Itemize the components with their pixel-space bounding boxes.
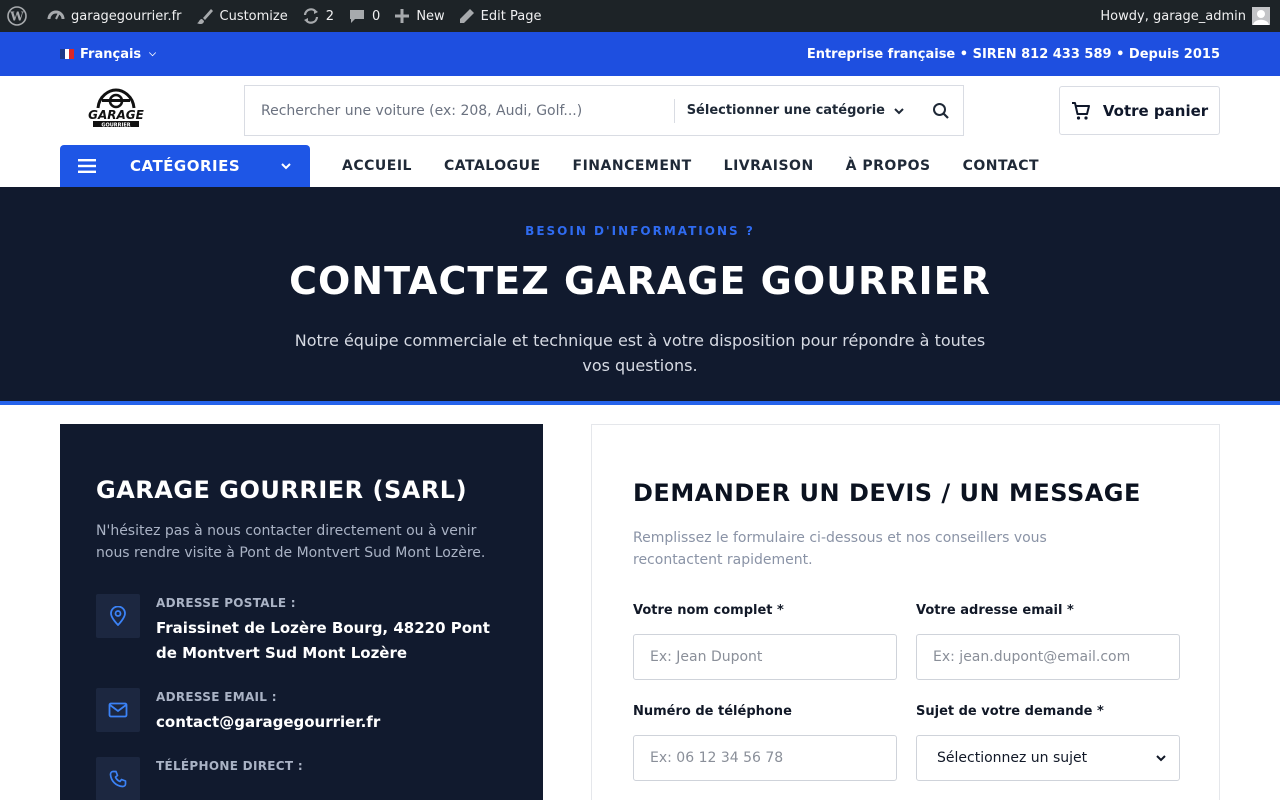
address-label: ADRESSE POSTALE : bbox=[156, 596, 296, 610]
name-input[interactable] bbox=[633, 634, 897, 680]
main-nav: ACCUEIL CATALOGUE FINANCEMENT LIVRAISON … bbox=[342, 145, 1071, 187]
nav-item-a-propos[interactable]: À PROPOS bbox=[846, 158, 931, 174]
dashboard-icon bbox=[47, 10, 65, 20]
email-label: ADRESSE EMAIL : bbox=[156, 690, 277, 704]
howdy-text: Howdy, garage_admin bbox=[1100, 8, 1246, 24]
email-row: ADRESSE EMAIL : contact@garagegourrier.f… bbox=[96, 688, 507, 735]
hero-subtitle: Notre équipe commerciale et technique es… bbox=[294, 331, 986, 375]
contact-intro: N'hésitez pas à nous contacter directeme… bbox=[96, 523, 486, 561]
page-title: CONTACTEZ GARAGE GOURRIER bbox=[289, 259, 991, 303]
top-bar: Français ⌵ Entreprise française • SIREN … bbox=[0, 32, 1280, 76]
phone-icon bbox=[96, 757, 140, 800]
updates-count: 2 bbox=[325, 8, 335, 24]
phone-label: TÉLÉPHONE DIRECT : bbox=[156, 759, 303, 773]
pencil-icon bbox=[459, 9, 474, 23]
svg-text:W: W bbox=[9, 10, 24, 24]
cart-icon bbox=[1071, 101, 1090, 120]
search-button[interactable] bbox=[919, 86, 963, 135]
name-field-group: Votre nom complet * bbox=[633, 603, 897, 680]
phone-row: TÉLÉPHONE DIRECT : bbox=[96, 757, 507, 800]
nav-item-catalogue[interactable]: CATALOGUE bbox=[444, 158, 541, 174]
logo-subtext: GOURRIER bbox=[101, 123, 130, 129]
customize-link[interactable]: Customize bbox=[189, 0, 295, 32]
chevron-down-icon bbox=[281, 163, 291, 170]
new-content-link[interactable]: New bbox=[387, 0, 451, 32]
edit-page-link[interactable]: Edit Page bbox=[452, 0, 549, 32]
logo-text: GARAGE bbox=[88, 108, 145, 122]
chevron-down-icon bbox=[1156, 755, 1166, 762]
name-label: Votre nom complet * bbox=[633, 603, 784, 618]
form-intro: Remplissez le formulaire ci-dessous et n… bbox=[633, 530, 1047, 568]
updates-icon bbox=[303, 8, 318, 24]
search-input[interactable] bbox=[245, 86, 674, 135]
user-avatar-icon bbox=[1253, 10, 1269, 25]
nav-item-contact[interactable]: CONTACT bbox=[963, 158, 1040, 174]
contact-form-card: DEMANDER UN DEVIS / UN MESSAGE Remplisse… bbox=[591, 424, 1220, 800]
site-name: garagegourrier.fr bbox=[71, 8, 182, 24]
phone-field-group: Numéro de téléphone bbox=[633, 704, 897, 781]
edit-page-label: Edit Page bbox=[480, 8, 542, 24]
comments-link[interactable]: 0 bbox=[341, 0, 387, 32]
brush-icon bbox=[196, 9, 213, 25]
subject-field-group: Sujet de votre demande * Sélectionnez un… bbox=[916, 704, 1180, 781]
cart-label: Votre panier bbox=[1102, 101, 1209, 120]
address-value: Fraissinet de Lozère Bourg, 48220 Pont d… bbox=[156, 619, 490, 662]
site-logo[interactable]: GARAGE GOURRIER bbox=[85, 86, 147, 130]
avatar bbox=[1252, 7, 1270, 25]
form-title: DEMANDER UN DEVIS / UN MESSAGE bbox=[633, 479, 1141, 507]
email-field-group: Votre adresse email * bbox=[916, 603, 1180, 680]
updates-link[interactable]: 2 bbox=[295, 0, 341, 32]
category-select-label: Sélectionner une catégorie bbox=[686, 103, 885, 118]
subject-select-value: Sélectionnez un sujet bbox=[937, 750, 1088, 766]
email-link[interactable]: contact@garagegourrier.fr bbox=[156, 710, 380, 735]
hamburger-icon bbox=[78, 159, 96, 173]
comment-icon bbox=[350, 10, 365, 23]
categories-label: CATÉGORIES bbox=[130, 157, 241, 175]
cart-button[interactable]: Votre panier bbox=[1059, 86, 1220, 135]
search-bar: Sélectionner une catégorie bbox=[244, 85, 964, 136]
chevron-down-icon bbox=[894, 107, 904, 114]
email-input[interactable] bbox=[916, 634, 1180, 680]
subject-select[interactable]: Sélectionnez un sujet bbox=[916, 735, 1180, 781]
garage-logo-icon: GARAGE GOURRIER bbox=[88, 88, 145, 129]
company-name: GARAGE GOURRIER (SARL) bbox=[96, 476, 468, 504]
plus-icon bbox=[395, 9, 410, 23]
map-pin-icon bbox=[96, 594, 140, 638]
france-flag-icon bbox=[60, 49, 75, 59]
hero-section: BESOIN D'INFORMATIONS ? CONTACTEZ GARAGE… bbox=[0, 187, 1280, 405]
phone-field-label: Numéro de téléphone bbox=[633, 704, 792, 719]
comments-count: 0 bbox=[372, 8, 381, 24]
language-switcher[interactable]: Français ⌵ bbox=[60, 47, 156, 62]
wordpress-icon: W bbox=[7, 6, 27, 26]
subject-label: Sujet de votre demande * bbox=[916, 704, 1104, 719]
search-icon bbox=[933, 102, 949, 119]
wordpress-logo-button[interactable]: W bbox=[0, 0, 40, 32]
categories-menu-button[interactable]: CATÉGORIES bbox=[60, 145, 310, 187]
nav-item-accueil[interactable]: ACCUEIL bbox=[342, 158, 412, 174]
customize-label: Customize bbox=[219, 8, 288, 24]
hero-eyebrow: BESOIN D'INFORMATIONS ? bbox=[525, 224, 755, 238]
company-info: Entreprise française • SIREN 812 433 589… bbox=[806, 46, 1220, 62]
email-field-label: Votre adresse email * bbox=[916, 603, 1074, 618]
language-label: Français bbox=[80, 46, 142, 62]
envelope-icon bbox=[96, 688, 140, 732]
chevron-down-icon: ⌵ bbox=[149, 49, 156, 59]
my-account-link[interactable]: Howdy, garage_admin bbox=[1100, 7, 1280, 25]
new-label: New bbox=[416, 8, 445, 24]
nav-item-livraison[interactable]: LIVRAISON bbox=[724, 158, 814, 174]
site-name-link[interactable]: garagegourrier.fr bbox=[40, 0, 189, 32]
contact-info-card: GARAGE GOURRIER (SARL) N'hésitez pas à n… bbox=[60, 424, 543, 800]
admin-bar: W garagegourrier.fr Customize 2 0 New Ed… bbox=[0, 0, 1280, 32]
phone-input[interactable] bbox=[633, 735, 897, 781]
category-select[interactable]: Sélectionner une catégorie bbox=[675, 103, 919, 118]
address-row: ADRESSE POSTALE : Fraissinet de Lozère B… bbox=[96, 594, 507, 666]
nav-item-financement[interactable]: FINANCEMENT bbox=[573, 158, 692, 174]
